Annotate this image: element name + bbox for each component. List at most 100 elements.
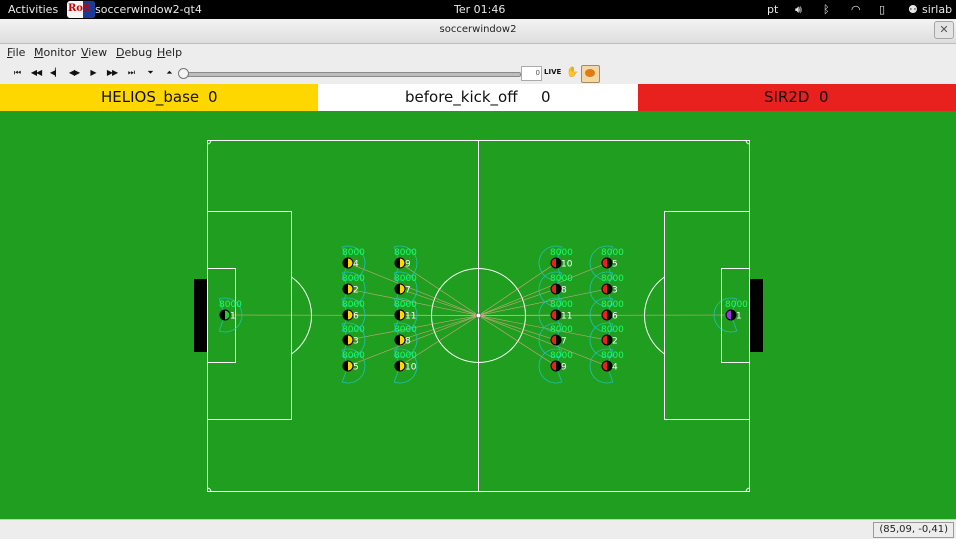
left-team-name: HELIOS_base	[101, 88, 200, 106]
right-goal	[750, 279, 763, 352]
left-team-score-panel: HELIOS_base 0	[0, 84, 318, 111]
left-player-number: 2	[353, 286, 359, 296]
left-penalty-arc	[291, 276, 313, 355]
volume-icon[interactable]: 🔊︎	[795, 3, 802, 17]
ball[interactable]	[475, 312, 482, 319]
right-player-number: 5	[612, 260, 618, 270]
wifi-icon[interactable]: ◠	[851, 3, 861, 16]
left-player-number: 5	[353, 363, 359, 373]
upload-icon[interactable]: ⏶	[162, 65, 176, 81]
bluetooth-icon[interactable]: ᛒ	[823, 3, 830, 16]
right-player-stamina: 8000	[550, 351, 573, 361]
right-player-number: 10	[561, 260, 573, 270]
left-player-10[interactable]: 10 8000	[393, 348, 418, 384]
left-player-body-shade	[395, 361, 400, 371]
hand-icon[interactable]: ✋	[566, 67, 578, 78]
play-back-icon[interactable]: ◀▶	[67, 65, 81, 81]
left-player-number: 9	[405, 260, 411, 270]
menu-monitor[interactable]: Monitor	[34, 46, 76, 59]
right-player-number: 7	[561, 337, 567, 347]
right-player-number: 4	[612, 363, 618, 373]
live-button[interactable]: LIVE	[544, 68, 561, 76]
left-player-body-shade	[395, 284, 400, 294]
left-player-body-shade	[343, 310, 348, 320]
left-player-stamina: 8000	[342, 325, 365, 335]
step-forward-many-icon[interactable]: ▶▶	[105, 65, 119, 81]
close-window-button[interactable]: ✕	[934, 21, 954, 39]
menu-debug[interactable]: Debug	[116, 46, 152, 59]
play-icon[interactable]: ▶	[86, 65, 100, 81]
left-player-stamina: 8000	[394, 248, 417, 258]
left-player-number: 8	[405, 337, 411, 347]
input-language-indicator[interactable]: pt	[767, 3, 778, 16]
play-mode: before_kick_off	[405, 88, 518, 106]
user-icon[interactable]: ⚉	[908, 3, 918, 16]
left-player-number: 10	[405, 363, 417, 373]
play-mode-score: 0	[541, 88, 551, 106]
soccer-field-view[interactable]: 1 8000 2 8000 3 8000 4 8000 5 8000 6 8000 7 8000 8 8000…	[0, 111, 956, 519]
left-player-number: 6	[353, 312, 359, 322]
clock[interactable]: Ter 01:46	[454, 3, 505, 16]
system-top-bar: Activities RoS soccerwindow2-qt4 Ter 01:…	[0, 0, 956, 19]
battery-icon[interactable]: ▯	[879, 3, 885, 16]
left-player-number: 7	[405, 286, 411, 296]
soccer-ball-toggle-button[interactable]	[581, 65, 600, 83]
go-first-icon[interactable]: ⏮	[10, 65, 24, 81]
rcss-app-icon: RoS	[67, 1, 95, 18]
right-player-stamina: 8000	[601, 248, 624, 258]
menu-help[interactable]: Help	[157, 46, 182, 59]
menu-bar: File Monitor View Debug Help	[0, 44, 956, 63]
left-player-stamina: 8000	[394, 300, 417, 310]
step-back-icon[interactable]: ◀▏	[48, 65, 62, 81]
right-player-number: 3	[612, 286, 618, 296]
right-player-stamina: 8000	[550, 300, 573, 310]
window-title: soccerwindow2	[439, 24, 517, 35]
drop-down-icon[interactable]: ⏷	[143, 65, 157, 81]
left-player-stamina: 8000	[342, 351, 365, 361]
step-back-many-icon[interactable]: ◀◀	[29, 65, 43, 81]
right-player-4[interactable]: 4 8000	[589, 348, 624, 384]
right-player-number: 1	[736, 312, 742, 322]
left-player-stamina: 8000	[394, 325, 417, 335]
right-ball-line-5	[478, 262, 608, 316]
left-player-body-shade	[395, 335, 400, 345]
right-team-score: 0	[819, 88, 829, 106]
window-titlebar[interactable]: soccerwindow2 ✕	[0, 19, 956, 44]
right-player-number: 2	[612, 337, 618, 347]
cycle-slider-handle[interactable]	[178, 68, 189, 79]
right-player-stamina: 8000	[601, 351, 624, 361]
right-player-number: 9	[561, 363, 567, 373]
menu-file[interactable]: File	[7, 46, 25, 59]
left-player-body-shade	[395, 310, 400, 320]
right-player-number: 6	[612, 312, 618, 322]
left-player-number: 4	[353, 260, 359, 270]
right-player-9[interactable]: 9 8000	[538, 348, 573, 384]
left-player-stamina: 8000	[342, 248, 365, 258]
left-player-number: 1	[230, 312, 236, 322]
status-bar: (85,09, -0,41)	[0, 519, 956, 539]
left-player-number: 11	[405, 312, 416, 322]
cursor-coordinates: (85,09, -0,41)	[873, 522, 954, 538]
left-player-body-shade	[343, 361, 348, 371]
left-player-body-shade	[220, 310, 225, 320]
menu-view[interactable]: View	[81, 46, 107, 59]
right-team-name: SIR2D	[764, 88, 810, 106]
go-last-icon[interactable]: ⏭	[124, 65, 138, 81]
left-player-number: 3	[353, 337, 359, 347]
user-name[interactable]: sirlab	[922, 3, 952, 16]
left-player-stamina: 8000	[219, 300, 242, 310]
right-player-number: 11	[561, 312, 572, 322]
cycle-input[interactable]: 0	[521, 66, 542, 81]
left-player-body-shade	[343, 284, 348, 294]
right-player-stamina: 8000	[550, 248, 573, 258]
activities-button[interactable]: Activities	[8, 3, 58, 16]
right-team-score-panel: SIR2D 0	[638, 84, 956, 111]
left-player-5[interactable]: 5 8000	[341, 348, 366, 384]
field-canvas[interactable]: 1 8000 2 8000 3 8000 4 8000 5 8000 6 8000 7 8000 8 8000…	[0, 111, 956, 519]
left-team-score: 0	[208, 88, 218, 106]
left-player-stamina: 8000	[394, 351, 417, 361]
app-menu-label[interactable]: soccerwindow2-qt4	[95, 3, 202, 16]
cycle-slider-track[interactable]	[182, 72, 521, 77]
right-player-number: 8	[561, 286, 567, 296]
left-player-body-shade	[395, 258, 400, 268]
